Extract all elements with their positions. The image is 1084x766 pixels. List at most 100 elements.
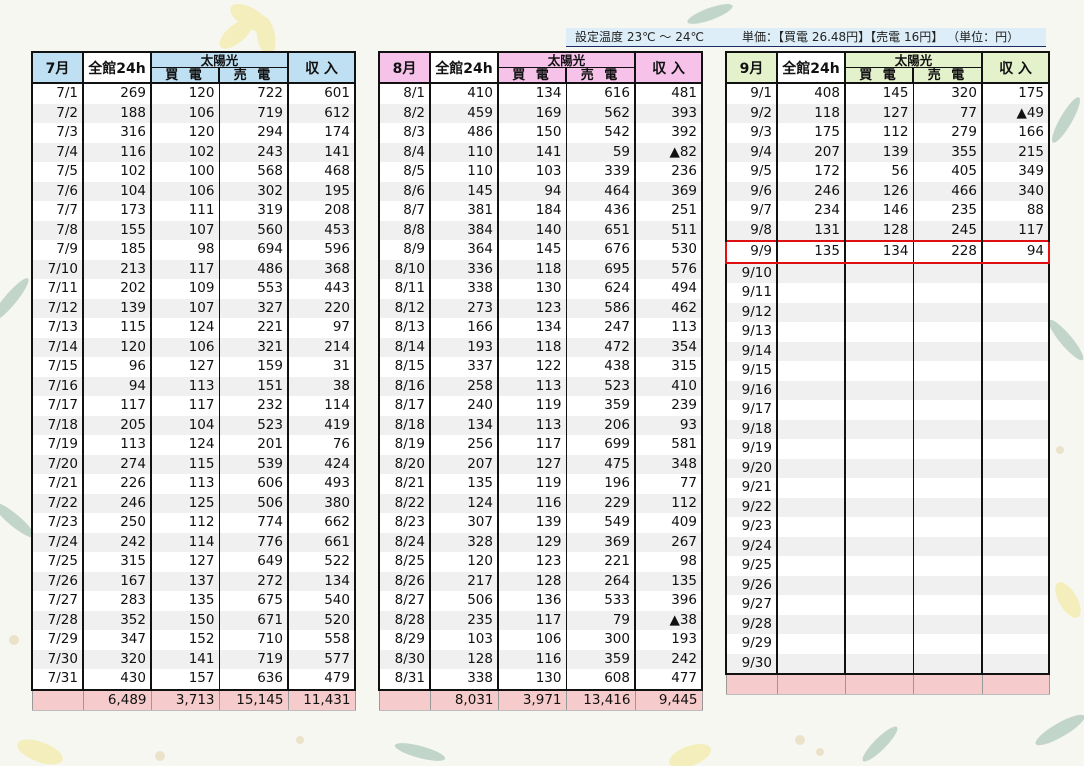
income-cell: 208 bbox=[287, 201, 356, 221]
solar-sell-cell: 151 bbox=[218, 376, 289, 396]
table-row: 7/14 120 106 321 214 bbox=[31, 337, 356, 357]
solar-buy-cell: 130 bbox=[497, 279, 567, 299]
all-24h-header: 全館24h bbox=[776, 51, 846, 84]
month-label: 8月 bbox=[378, 51, 431, 84]
solar-buy-cell bbox=[844, 400, 914, 420]
solar-sell-cell: 235 bbox=[912, 201, 983, 221]
solar-sell-cell: 339 bbox=[565, 162, 636, 182]
solar-sell-cell: 359 bbox=[565, 396, 636, 416]
table-row: 9/20 bbox=[725, 458, 1050, 478]
income-cell: 479 bbox=[287, 669, 356, 691]
solar-buy-cell: 157 bbox=[150, 669, 220, 691]
solar-buy-cell: 112 bbox=[844, 123, 914, 143]
all-24h-cell: 110 bbox=[429, 162, 499, 182]
solar-sell-cell: 206 bbox=[565, 415, 636, 435]
all-24h-cell: 273 bbox=[429, 298, 499, 318]
income-cell: 477 bbox=[634, 669, 703, 691]
date-cell: 9/1 bbox=[725, 83, 778, 104]
table-row: 9/12 bbox=[725, 302, 1050, 322]
table-row: 7/26 167 137 272 134 bbox=[31, 571, 356, 591]
income-cell: ▲82 bbox=[634, 142, 703, 162]
all-24h-cell bbox=[776, 419, 846, 439]
solar-sell-cell bbox=[912, 517, 983, 537]
date-cell: 9/20 bbox=[725, 458, 778, 478]
date-cell: 9/22 bbox=[725, 497, 778, 517]
date-cell: 8/14 bbox=[378, 337, 431, 357]
date-cell: 9/8 bbox=[725, 220, 778, 241]
table-row: 7/1 269 120 722 601 bbox=[31, 83, 356, 104]
solar-sell-cell: 539 bbox=[218, 454, 289, 474]
solar-buy-cell bbox=[844, 653, 914, 675]
solar-buy-cell: 112 bbox=[150, 513, 220, 533]
july-table: 7月 全館24h 太陽光収 入買 電売 電 7/1 269 120 722 601 7/2 188… bbox=[31, 51, 356, 711]
sell-header: 売 電 bbox=[218, 67, 289, 84]
total-income: 9,445 bbox=[634, 689, 703, 711]
all-24h-cell: 113 bbox=[82, 435, 152, 455]
all-24h-cell: 103 bbox=[429, 630, 499, 650]
solar-buy-cell: 107 bbox=[150, 298, 220, 318]
all-24h-cell: 131 bbox=[776, 220, 846, 241]
table-row: 8/21 135 119 196 77 bbox=[378, 474, 703, 494]
table-row: 7/8 155 107 560 453 bbox=[31, 220, 356, 240]
solar-sell-cell: 159 bbox=[218, 357, 289, 377]
all-24h-cell: 202 bbox=[82, 279, 152, 299]
solar-sell-cell: 486 bbox=[218, 259, 289, 279]
date-cell: 7/27 bbox=[31, 591, 84, 611]
income-cell bbox=[981, 341, 1050, 361]
date-cell: 8/29 bbox=[378, 630, 431, 650]
income-cell bbox=[981, 439, 1050, 459]
income-cell: 530 bbox=[634, 240, 703, 260]
table-row: 8/1 410 134 616 481 bbox=[378, 83, 703, 104]
solar-sell-cell bbox=[912, 536, 983, 556]
date-cell: 9/11 bbox=[725, 283, 778, 303]
solar-sell-cell: 355 bbox=[912, 142, 983, 162]
income-cell: 558 bbox=[287, 630, 356, 650]
solar-buy-cell: 111 bbox=[150, 201, 220, 221]
all-24h-cell: 430 bbox=[82, 669, 152, 691]
solar-buy-cell: 123 bbox=[497, 298, 567, 318]
solar-sell-cell: 562 bbox=[565, 103, 636, 123]
table-row: 7/23 250 112 774 662 bbox=[31, 513, 356, 533]
table-row: 7/22 246 125 506 380 bbox=[31, 493, 356, 513]
solar-buy-cell: 145 bbox=[497, 240, 567, 260]
solar-sell-cell: 472 bbox=[565, 337, 636, 357]
income-cell: 462 bbox=[634, 298, 703, 318]
all-24h-cell: 226 bbox=[82, 474, 152, 494]
table-row: 7/9 185 98 694 596 bbox=[31, 240, 356, 260]
income-cell bbox=[981, 419, 1050, 439]
date-cell: 7/17 bbox=[31, 396, 84, 416]
income-cell: 577 bbox=[287, 649, 356, 669]
all-24h-cell: 338 bbox=[429, 669, 499, 691]
all-24h-cell: 205 bbox=[82, 415, 152, 435]
income-cell: 315 bbox=[634, 357, 703, 377]
date-cell: 9/6 bbox=[725, 181, 778, 201]
income-cell: 215 bbox=[981, 142, 1050, 162]
income-cell: 135 bbox=[634, 571, 703, 591]
solar-sell-cell: 553 bbox=[218, 279, 289, 299]
table-row: 9/16 bbox=[725, 380, 1050, 400]
solar-buy-cell bbox=[844, 458, 914, 478]
all-24h-cell: 217 bbox=[429, 571, 499, 591]
sell-header: 売 電 bbox=[912, 67, 983, 84]
table-row: 8/10 336 118 695 576 bbox=[378, 259, 703, 279]
date-cell: 9/16 bbox=[725, 380, 778, 400]
all-24h-cell bbox=[776, 595, 846, 615]
solar-sell-cell: 359 bbox=[565, 649, 636, 669]
solar-sell-cell bbox=[912, 497, 983, 517]
solar-buy-cell: 123 bbox=[497, 552, 567, 572]
solar-buy-cell: 117 bbox=[497, 610, 567, 630]
income-cell bbox=[981, 322, 1050, 342]
solar-sell-cell: 671 bbox=[218, 610, 289, 630]
income-cell: 77 bbox=[634, 474, 703, 494]
date-cell: 9/4 bbox=[725, 142, 778, 162]
solar-buy-cell bbox=[844, 517, 914, 537]
all-24h-cell: 135 bbox=[429, 474, 499, 494]
income-cell bbox=[981, 478, 1050, 498]
date-cell: 7/1 bbox=[31, 83, 84, 104]
solar-sell-cell bbox=[912, 458, 983, 478]
income-cell: 193 bbox=[634, 630, 703, 650]
all-24h-cell: 235 bbox=[429, 610, 499, 630]
all-24h-cell: 116 bbox=[82, 142, 152, 162]
date-cell: 8/17 bbox=[378, 396, 431, 416]
date-cell: 7/14 bbox=[31, 337, 84, 357]
